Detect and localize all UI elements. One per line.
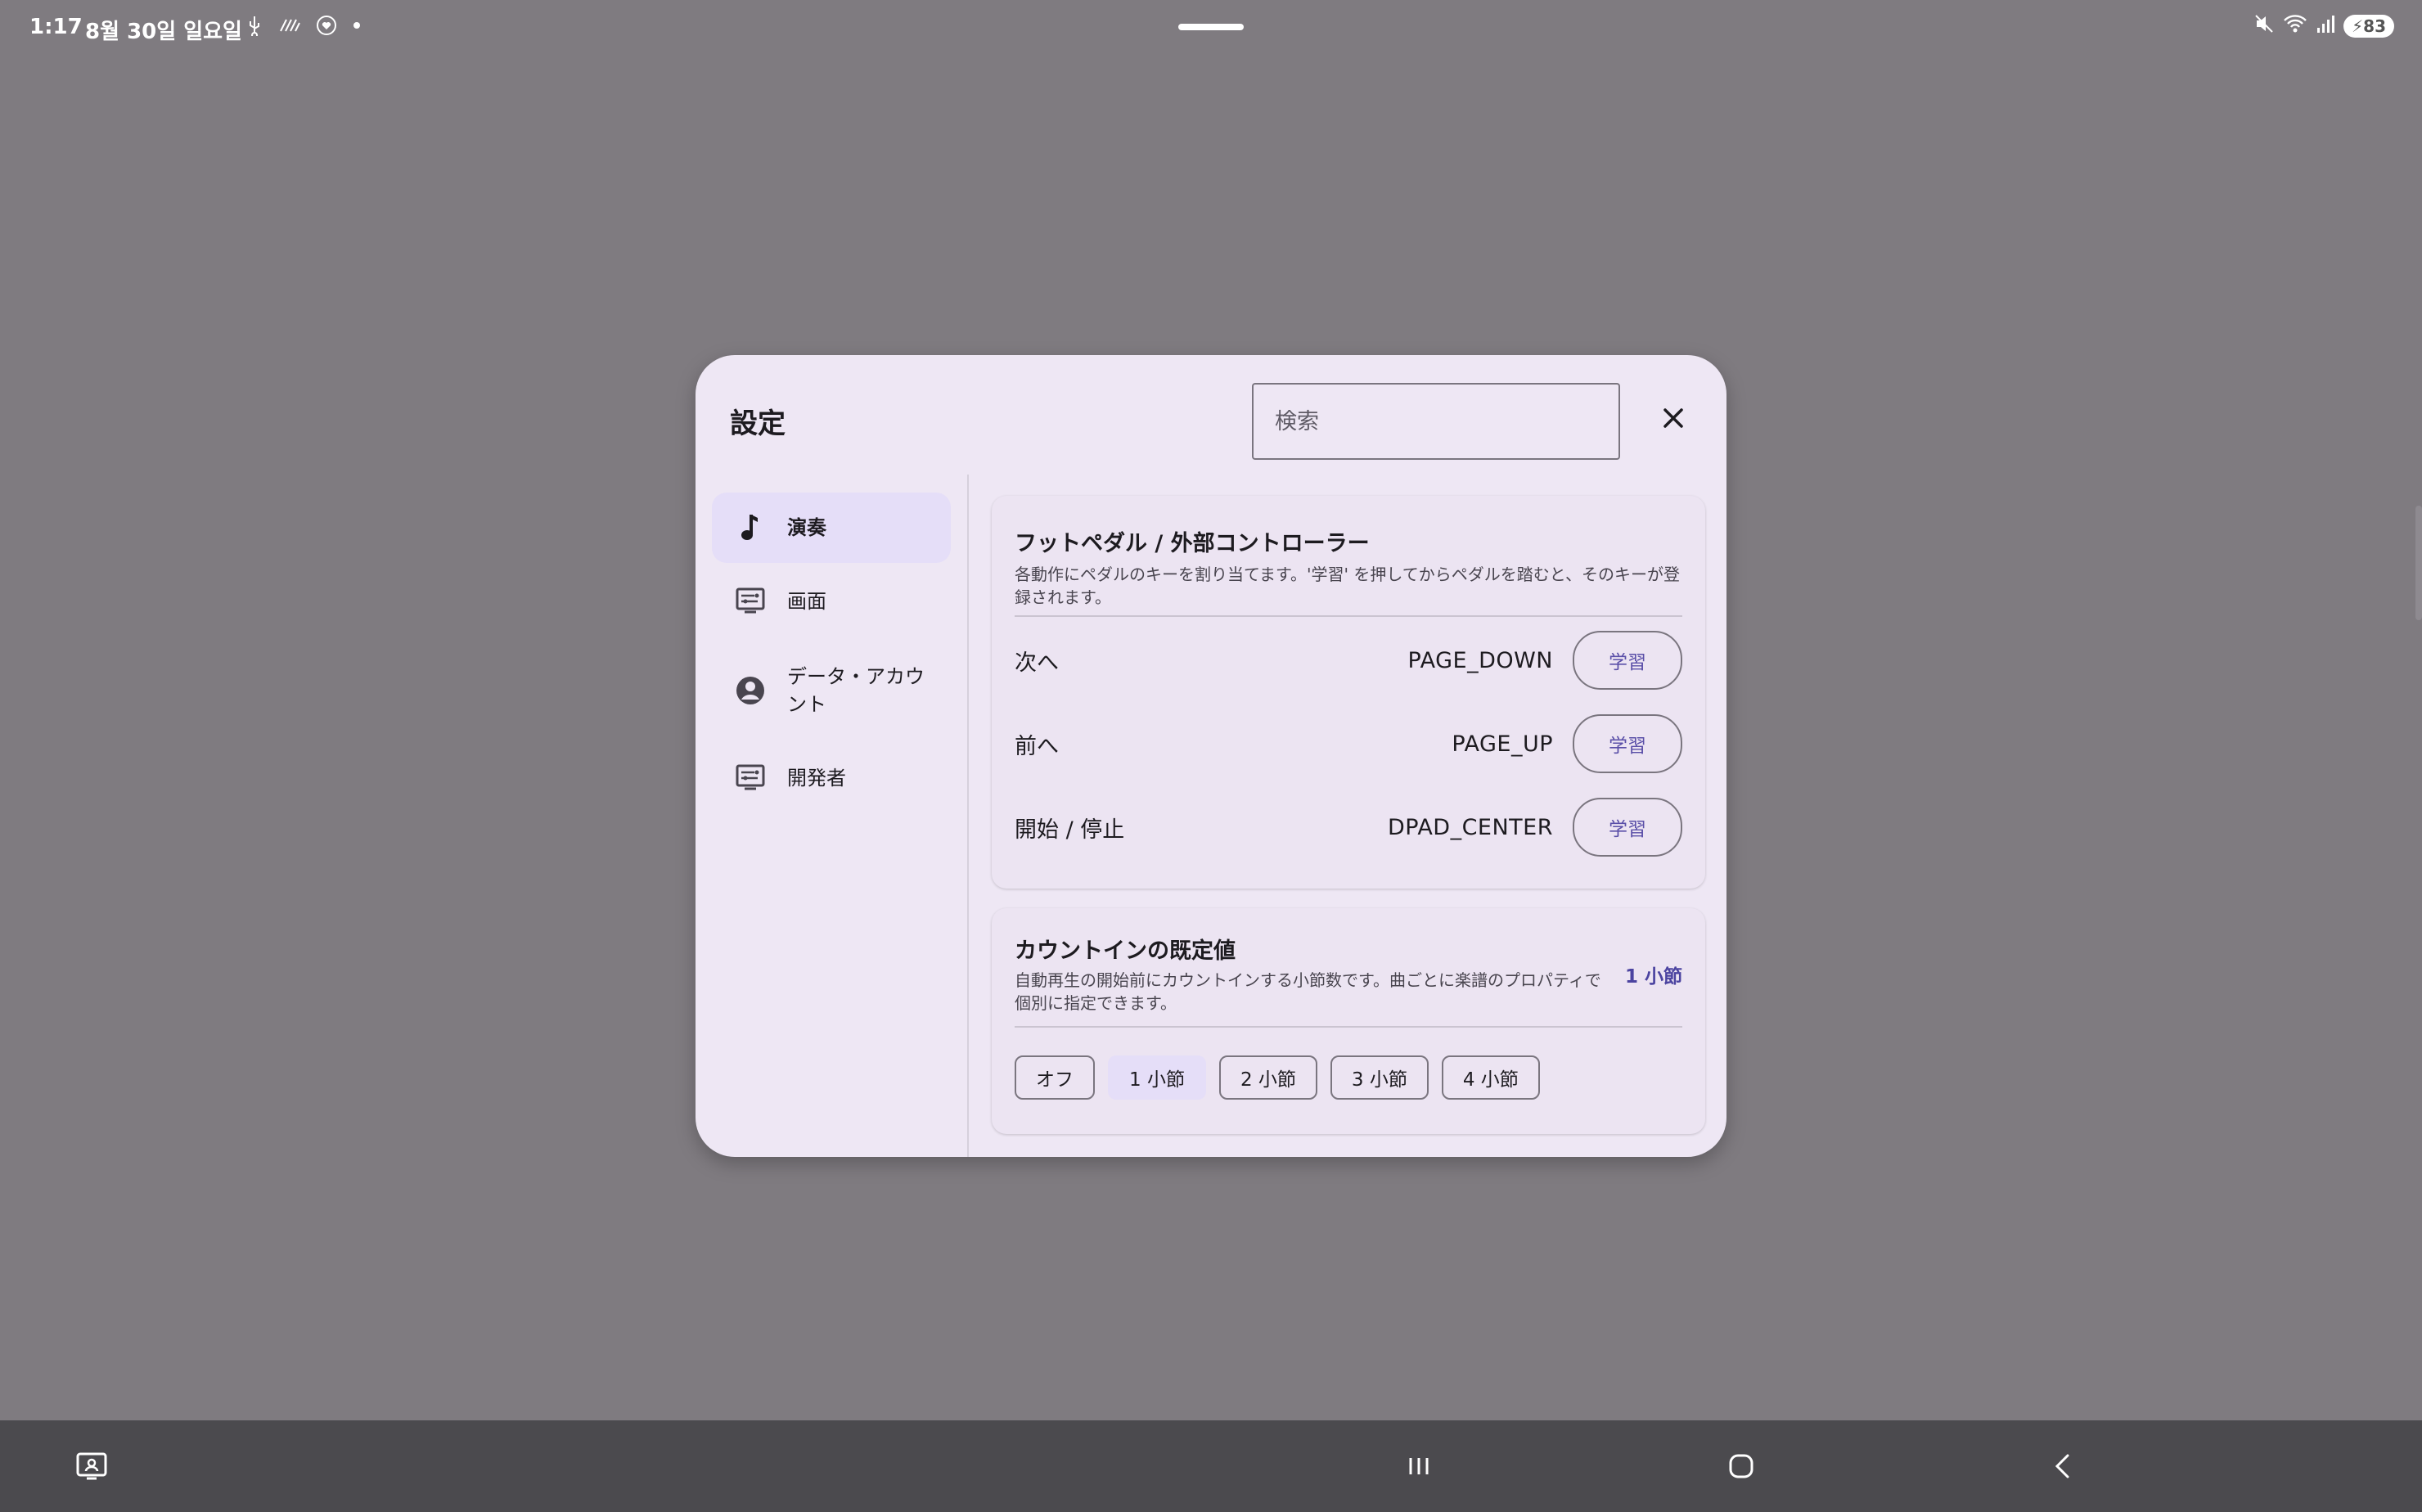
count-in-separator xyxy=(1015,1026,1682,1028)
learn-start-stop-button[interactable]: 学習 xyxy=(1573,798,1682,857)
status-date: 8월 30일 일요일 xyxy=(85,20,242,44)
nav-item-data-account[interactable]: データ・アカウント xyxy=(712,638,951,743)
count-in-option-3[interactable]: 3 小節 xyxy=(1330,1055,1429,1100)
battery-level: 83 xyxy=(2363,16,2386,36)
wifi-icon xyxy=(2283,13,2307,39)
status-icons-left xyxy=(245,15,362,41)
count-in-current-value: 1 小節 xyxy=(1624,966,1682,988)
nav-item-performance[interactable]: 演奏 xyxy=(712,493,951,563)
system-nav-bar xyxy=(0,1420,2422,1512)
nav-divider xyxy=(967,475,969,1157)
nav-item-developer[interactable]: 開発者 xyxy=(712,743,951,813)
foot-pedal-title: フットペダル / 外部コントローラー xyxy=(1015,531,1370,556)
count-in-option-4[interactable]: 4 小節 xyxy=(1441,1055,1540,1100)
close-button[interactable] xyxy=(1653,398,1694,439)
edge-panel-handle[interactable] xyxy=(2415,506,2422,620)
learn-prev-button[interactable]: 学習 xyxy=(1573,714,1682,773)
recents-icon xyxy=(1409,1458,1429,1474)
search-input[interactable] xyxy=(1252,383,1620,460)
nav-label-display: 画面 xyxy=(787,590,826,613)
pedal-row-start-stop: 開始 / 停止 DPAD_CENTER 学習 xyxy=(1015,798,1682,857)
count-in-option-1[interactable]: 1 小節 xyxy=(1108,1055,1206,1100)
count-in-card: カウントインの既定値 自動再生の開始前にカウントインする小節数です。曲ごとに楽譜… xyxy=(992,908,1705,1134)
top-handle xyxy=(1178,24,1244,30)
nav-item-display[interactable]: 画面 xyxy=(712,566,951,637)
dot-icon xyxy=(352,15,362,41)
account-circle-icon xyxy=(733,673,768,708)
foot-pedal-description: 各動作にペダルのキーを割り当てます。'学習' を押してからペダルを踏むと、そのキ… xyxy=(1015,565,1680,607)
screenshot-button[interactable] xyxy=(74,1448,110,1484)
count-in-description: 自動再生の開始前にカウントインする小節数です。曲ごとに楽譜のプロパティで個別に指… xyxy=(1015,970,1601,1013)
pedal-key-value: DPAD_CENTER xyxy=(1387,814,1553,840)
screenshot-icon xyxy=(76,1452,107,1480)
dialog-title: 設定 xyxy=(730,407,786,440)
pedal-row-prev: 前へ PAGE_UP 学習 xyxy=(1015,714,1682,773)
pedal-key-value: PAGE_UP xyxy=(1452,731,1553,757)
pedal-key-value: PAGE_DOWN xyxy=(1407,647,1553,673)
settings-dialog: 設定 演奏 画面 データ・アカウント 開発者 xyxy=(696,355,1726,1157)
close-icon xyxy=(1663,408,1683,428)
pedal-action-label: 前へ xyxy=(1015,733,1059,759)
settings-content: フットペダル / 外部コントローラー 各動作にペダルのキーを割り当てます。'学習… xyxy=(992,496,1705,1134)
nav-label-developer: 開発者 xyxy=(787,767,846,790)
foot-pedal-card: フットペダル / 外部コントローラー 各動作にペダルのキーを割り当てます。'学習… xyxy=(992,496,1705,889)
heart-icon xyxy=(316,15,337,41)
settings-nav: 演奏 画面 データ・アカウント 開発者 xyxy=(712,493,974,813)
foot-pedal-separator xyxy=(1015,615,1682,617)
music-note-icon xyxy=(733,511,768,545)
nav-label-performance: 演奏 xyxy=(787,516,826,539)
mute-icon xyxy=(2253,13,2275,39)
back-button[interactable] xyxy=(2046,1448,2082,1484)
back-icon xyxy=(2055,1454,2069,1478)
status-bar: 1:17 8월 30일 일요일 ⚡83 xyxy=(0,0,2422,57)
learn-next-button[interactable]: 学習 xyxy=(1573,631,1682,690)
status-icons-right: ⚡83 xyxy=(2253,13,2394,39)
count-in-option-2[interactable]: 2 小節 xyxy=(1218,1055,1317,1100)
usb-icon xyxy=(245,15,263,41)
display-settings-icon xyxy=(733,584,768,619)
count-in-options: オフ 1 小節 2 小節 3 小節 4 小節 xyxy=(1015,1055,1540,1100)
home-button[interactable] xyxy=(1723,1448,1759,1484)
count-in-option-off[interactable]: オフ xyxy=(1015,1055,1095,1100)
battery-indicator: ⚡83 xyxy=(2343,15,2394,38)
home-icon xyxy=(1729,1454,1753,1478)
status-time: 1:17 xyxy=(29,15,83,39)
count-in-title: カウントインの既定値 xyxy=(1015,938,1236,964)
pedal-action-label: 次へ xyxy=(1015,650,1059,676)
signal-icon xyxy=(2316,13,2335,39)
pedal-row-next: 次へ PAGE_DOWN 学習 xyxy=(1015,631,1682,690)
pedal-action-label: 開始 / 停止 xyxy=(1015,817,1125,843)
data-saver-icon xyxy=(278,15,301,41)
nav-label-data-account: データ・アカウント xyxy=(787,665,925,716)
recents-button[interactable] xyxy=(1401,1448,1437,1484)
developer-settings-icon xyxy=(733,761,768,795)
